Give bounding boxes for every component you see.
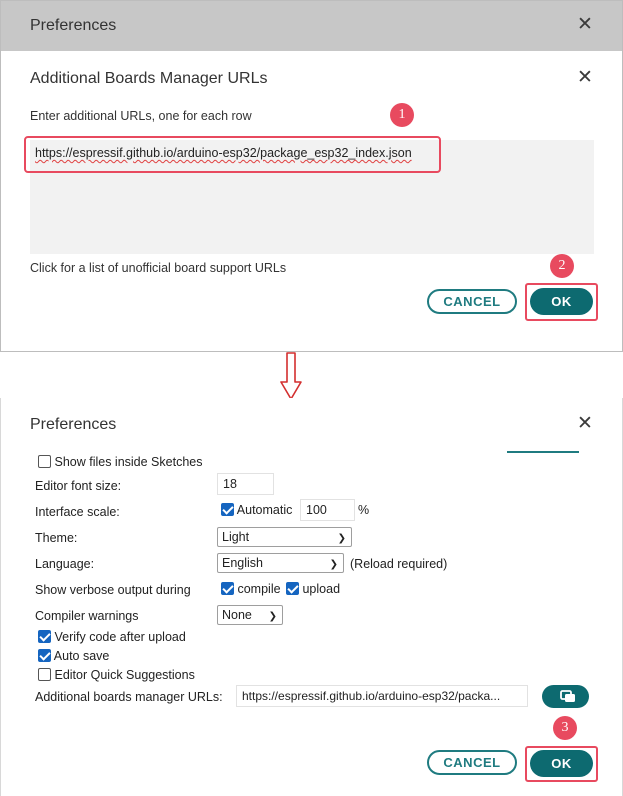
step-badge-2: 2 — [550, 254, 574, 278]
language-select[interactable]: English ❯ — [217, 553, 344, 573]
dialog-instructions: Enter additional URLs, one for each row — [30, 109, 252, 123]
highlight-box-ok — [525, 283, 598, 321]
verify-checkbox[interactable] — [38, 630, 51, 643]
verify-row[interactable]: Verify code after upload — [38, 630, 186, 644]
step-badge-3: 3 — [553, 716, 577, 740]
quick-suggestions-label: Editor Quick Suggestions — [54, 668, 195, 682]
theme-select[interactable]: Light ❯ — [217, 527, 352, 547]
interface-scale-label: Interface scale: — [35, 505, 120, 519]
tab-indicator — [507, 451, 579, 453]
compiler-warnings-label: Compiler warnings — [35, 609, 139, 623]
step-badge-1: 1 — [390, 103, 414, 127]
autosave-label: Auto save — [53, 649, 110, 663]
compiler-warnings-value: None — [222, 608, 252, 622]
chevron-down-icon: ❯ — [268, 611, 277, 622]
chevron-down-icon: ❯ — [329, 559, 338, 570]
cancel-button[interactable]: CANCEL — [427, 289, 517, 314]
automatic-row[interactable]: Automatic — [221, 503, 292, 517]
autosave-row[interactable]: Auto save — [38, 649, 109, 663]
quick-suggestions-checkbox[interactable] — [38, 668, 51, 681]
language-label: Language: — [35, 557, 95, 571]
boards-urls-input[interactable]: https://espressif.github.io/arduino-esp3… — [236, 685, 528, 707]
reload-note: (Reload required) — [350, 557, 448, 571]
language-value: English — [222, 556, 263, 570]
font-size-label: Editor font size: — [35, 479, 122, 493]
verbose-label: Show verbose output during — [35, 583, 191, 597]
open-urls-button[interactable] — [542, 685, 589, 708]
show-files-label: Show files inside Sketches — [54, 455, 203, 469]
upload-checkbox[interactable] — [286, 582, 299, 595]
quick-suggestions-row[interactable]: Editor Quick Suggestions — [38, 668, 195, 682]
boards-urls-screenshot: Preferences ✕ Additional Boards Manager … — [0, 0, 623, 352]
show-files-checkbox[interactable] — [38, 455, 51, 468]
compile-label: compile — [237, 582, 281, 596]
compile-checkbox[interactable] — [221, 582, 234, 595]
highlight-box-url — [24, 136, 441, 173]
preferences-title: Preferences — [30, 416, 117, 433]
highlight-box-ok — [525, 746, 598, 782]
chevron-down-icon: ❯ — [337, 533, 346, 544]
automatic-checkbox[interactable] — [221, 503, 234, 516]
scale-input[interactable]: 100 — [300, 499, 355, 521]
compiler-warnings-select[interactable]: None ❯ — [217, 605, 283, 625]
boards-urls-label: Additional boards manager URLs: — [35, 690, 223, 704]
dialog-title: Additional Boards Manager URLs — [30, 70, 268, 87]
font-size-input[interactable]: 18 — [217, 473, 274, 495]
open-window-icon — [560, 690, 575, 702]
compile-row[interactable]: compile — [221, 582, 281, 596]
scale-unit: % — [358, 503, 370, 517]
boards-urls-dialog: Additional Boards Manager URLs ✕ Enter a… — [1, 51, 622, 351]
close-icon[interactable]: ✕ — [577, 414, 593, 433]
unofficial-urls-link[interactable]: Click for a list of unofficial board sup… — [30, 261, 286, 275]
theme-label: Theme: — [35, 531, 78, 545]
preferences-screenshot: Preferences ✕ Show files inside Sketches… — [0, 398, 623, 796]
upload-label: upload — [302, 582, 341, 596]
theme-value: Light — [222, 530, 250, 544]
upload-row[interactable]: upload — [286, 582, 340, 596]
autosave-checkbox[interactable] — [38, 649, 51, 662]
show-files-row[interactable]: Show files inside Sketches — [38, 455, 202, 469]
verify-label: Verify code after upload — [54, 630, 186, 644]
cancel-button[interactable]: CANCEL — [427, 750, 517, 775]
close-icon[interactable]: ✕ — [577, 68, 593, 87]
down-arrow-icon — [280, 352, 302, 400]
preferences-title-dimmed: Preferences — [30, 17, 117, 34]
automatic-label: Automatic — [236, 503, 293, 517]
close-icon[interactable]: ✕ — [577, 15, 593, 34]
